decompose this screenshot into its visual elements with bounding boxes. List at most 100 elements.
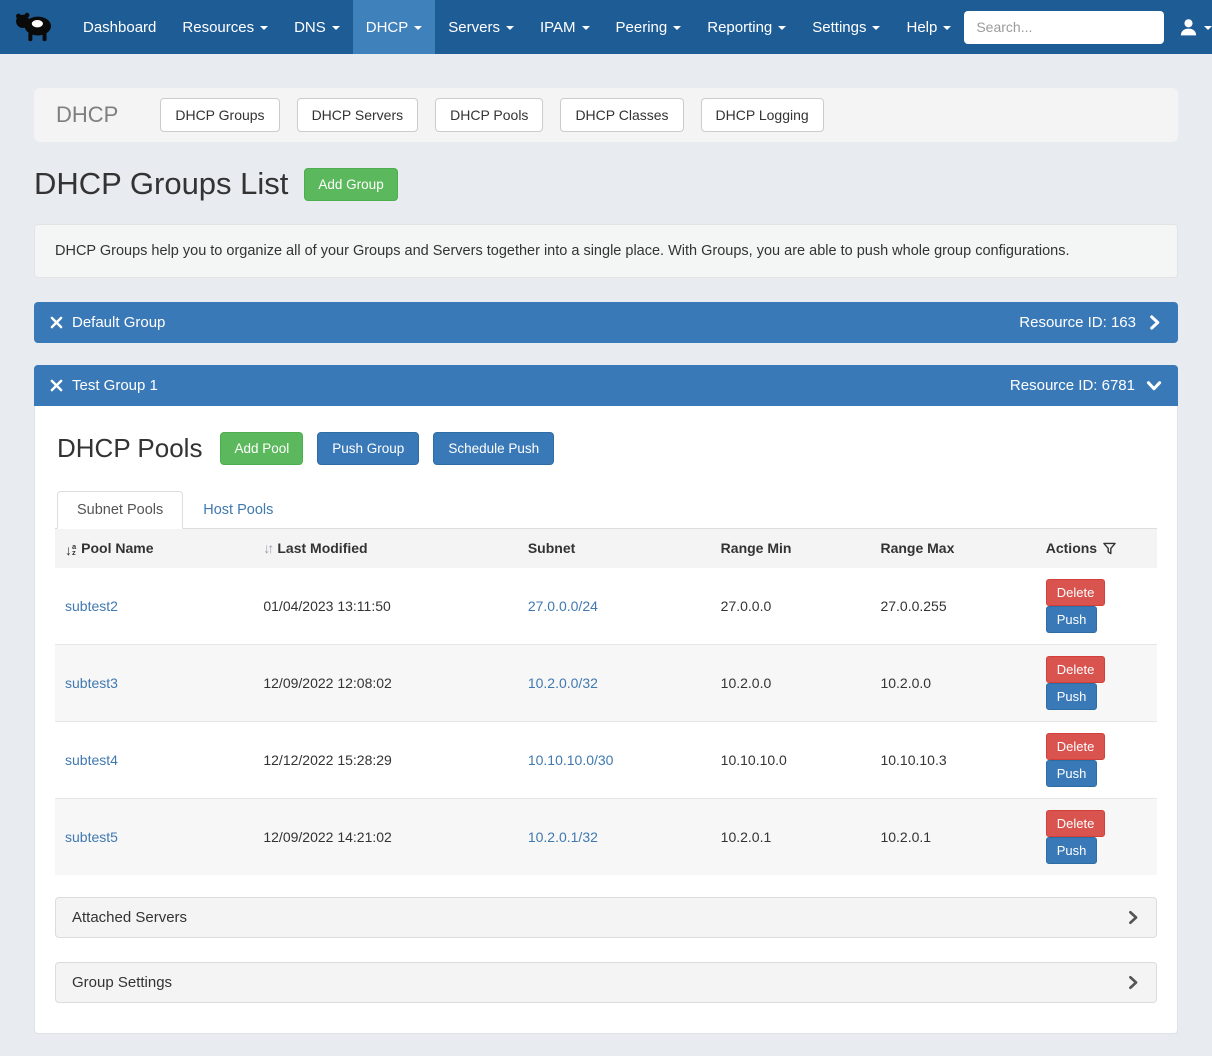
group-panel-default-group: Default Group Resource ID: 163 bbox=[34, 302, 1178, 343]
group-name: Test Group 1 bbox=[72, 377, 158, 394]
last-modified-cell: 01/04/2023 13:11:50 bbox=[253, 568, 517, 645]
caret-down-icon bbox=[582, 26, 590, 30]
nav-item-dns[interactable]: DNS bbox=[281, 0, 353, 54]
page-title: DHCP Groups List bbox=[34, 166, 288, 202]
last-modified-value: 12/09/2022 14:21:02 bbox=[263, 829, 391, 845]
pool-row-subtest2: subtest2 01/04/2023 13:11:50 27.0.0.0/24 27… bbox=[55, 568, 1157, 645]
nav-item-resources[interactable]: Resources bbox=[169, 0, 281, 54]
delete-pool-button[interactable]: Delete bbox=[1046, 810, 1106, 837]
column-header-last-modified[interactable]: ↓↑Last Modified bbox=[253, 529, 517, 568]
nav-item-help[interactable]: Help bbox=[893, 0, 964, 54]
subnet-link[interactable]: 10.10.10.0/30 bbox=[528, 752, 614, 768]
attached-servers-label: Attached Servers bbox=[72, 909, 187, 926]
range-max-value: 10.2.0.0 bbox=[880, 675, 931, 691]
caret-down-icon bbox=[1204, 26, 1212, 30]
user-icon bbox=[1178, 17, 1199, 38]
remove-group-icon[interactable] bbox=[50, 379, 63, 392]
range-min-cell: 10.2.0.1 bbox=[711, 798, 871, 875]
toolbar-button-dhcp-logging[interactable]: DHCP Logging bbox=[701, 98, 824, 132]
group-settings-panel[interactable]: Group Settings bbox=[55, 962, 1157, 1003]
nav-item-servers[interactable]: Servers bbox=[435, 0, 527, 54]
user-menu-button[interactable] bbox=[1178, 17, 1212, 38]
pool-row-subtest4: subtest412/12/2022 15:28:2910.10.10.0/30… bbox=[55, 721, 1157, 798]
range-min-cell: 10.2.0.0 bbox=[711, 644, 871, 721]
pools-table-header-row: ↓azPool Name ↓↑Last Modified Subnet Rang… bbox=[55, 529, 1157, 568]
app-logo[interactable] bbox=[8, 10, 70, 44]
subnet-cell: 10.10.10.0/30 bbox=[518, 721, 711, 798]
pool-name-link[interactable]: subtest5 bbox=[65, 829, 118, 845]
filter-icon[interactable] bbox=[1103, 542, 1116, 555]
toolbar-button-dhcp-groups[interactable]: DHCP Groups bbox=[160, 98, 279, 132]
range-max-value: 10.2.0.1 bbox=[880, 829, 931, 845]
nav-item-label: Reporting bbox=[707, 19, 772, 36]
caret-down-icon bbox=[260, 26, 268, 30]
toolbar-button-dhcp-pools[interactable]: DHCP Pools bbox=[435, 98, 543, 132]
pool-tabs: Subnet Pools Host Pools bbox=[55, 491, 1157, 529]
toolbar-button-dhcp-classes[interactable]: DHCP Classes bbox=[560, 98, 683, 132]
tab-subnet-pools[interactable]: Subnet Pools bbox=[57, 491, 183, 529]
add-pool-button[interactable]: Add Pool bbox=[220, 432, 303, 465]
last-modified-cell: 12/09/2022 14:21:02 bbox=[253, 798, 517, 875]
range-min-cell: 27.0.0.0 bbox=[711, 568, 871, 645]
push-pool-button[interactable]: Push bbox=[1046, 837, 1098, 864]
nav-item-reporting[interactable]: Reporting bbox=[694, 0, 799, 54]
subnet-link[interactable]: 10.2.0.0/32 bbox=[528, 675, 598, 691]
push-group-button[interactable]: Push Group bbox=[317, 432, 419, 465]
delete-pool-button[interactable]: Delete bbox=[1046, 733, 1106, 760]
resource-id-label: Resource ID: 163 bbox=[1019, 314, 1136, 331]
toolbar-button-dhcp-servers[interactable]: DHCP Servers bbox=[297, 98, 419, 132]
caret-down-icon bbox=[332, 26, 340, 30]
dhcp-toolbar: DHCP DHCP GroupsDHCP ServersDHCP PoolsDH… bbox=[34, 88, 1178, 142]
column-header-actions: Actions bbox=[1036, 529, 1157, 568]
delete-pool-button[interactable]: Delete bbox=[1046, 656, 1106, 683]
last-modified-cell: 12/09/2022 12:08:02 bbox=[253, 644, 517, 721]
push-pool-button[interactable]: Push bbox=[1046, 760, 1098, 787]
attached-servers-panel[interactable]: Attached Servers bbox=[55, 897, 1157, 938]
dhcp-toolbar-buttons: DHCP Groups DHCP Servers DHCP Pools DHCP Cl… bbox=[160, 98, 823, 132]
chevron-down-icon bbox=[1146, 378, 1162, 393]
nav-item-label: IPAM bbox=[540, 19, 576, 36]
pool-row-subtest5: subtest5 12/09/2022 14:21:02 10.2.0.1/32 10… bbox=[55, 798, 1157, 875]
chevron-right-icon bbox=[1126, 975, 1140, 990]
nav-item-peering[interactable]: Peering bbox=[603, 0, 695, 54]
search-input[interactable] bbox=[964, 11, 1164, 44]
push-pool-button[interactable]: Push bbox=[1046, 683, 1098, 710]
nav-item-dashboard[interactable]: Dashboard bbox=[70, 0, 169, 54]
subnet-link[interactable]: 27.0.0.0/24 bbox=[528, 598, 598, 614]
pools-table: ↓azPool Name ↓↑Last Modified Subnet Rang… bbox=[55, 529, 1157, 875]
range-min-value: 10.10.10.0 bbox=[721, 752, 787, 768]
caret-down-icon bbox=[778, 26, 786, 30]
subnet-link[interactable]: 10.2.0.1/32 bbox=[528, 829, 598, 845]
range-max-cell: 10.10.10.3 bbox=[870, 721, 1035, 798]
nav-item-ipam[interactable]: IPAM bbox=[527, 0, 603, 54]
column-header-range-min: Range Min bbox=[711, 529, 871, 568]
range-max-cell: 10.2.0.0 bbox=[870, 644, 1035, 721]
pool-name-link[interactable]: subtest2 bbox=[65, 598, 118, 614]
caret-down-icon bbox=[872, 26, 880, 30]
nav-item-label: DHCP bbox=[366, 19, 409, 36]
range-min-cell: 10.10.10.0 bbox=[711, 721, 871, 798]
group-name: Default Group bbox=[72, 314, 165, 331]
group-header-test-group-1[interactable]: Test Group 1 Resource ID: 6781 bbox=[34, 365, 1178, 406]
pool-name-cell: subtest4 bbox=[55, 721, 253, 798]
chevron-right-icon bbox=[1147, 315, 1162, 330]
add-group-button[interactable]: Add Group bbox=[304, 168, 397, 201]
group-panel-test-group-1: Test Group 1 Resource ID: 6781 DHCP Pool… bbox=[34, 365, 1178, 1034]
range-max-value: 27.0.0.255 bbox=[880, 598, 946, 614]
caret-down-icon bbox=[673, 26, 681, 30]
column-header-pool-name[interactable]: ↓azPool Name bbox=[55, 529, 253, 568]
nav-item-settings[interactable]: Settings bbox=[799, 0, 893, 54]
tab-host-pools[interactable]: Host Pools bbox=[183, 491, 293, 529]
push-pool-button[interactable]: Push bbox=[1046, 606, 1098, 633]
delete-pool-button[interactable]: Delete bbox=[1046, 579, 1106, 606]
group-header-default-group[interactable]: Default Group Resource ID: 163 bbox=[34, 302, 1178, 343]
nav-item-dhcp[interactable]: DHCP bbox=[353, 0, 436, 54]
group-settings-label: Group Settings bbox=[72, 974, 172, 991]
caret-down-icon bbox=[414, 26, 422, 30]
caret-down-icon bbox=[943, 26, 951, 30]
sort-updown-icon: ↓↑ bbox=[263, 540, 271, 556]
pool-name-link[interactable]: subtest3 bbox=[65, 675, 118, 691]
schedule-push-button[interactable]: Schedule Push bbox=[433, 432, 554, 465]
remove-group-icon[interactable] bbox=[50, 316, 63, 329]
pool-name-link[interactable]: subtest4 bbox=[65, 752, 118, 768]
